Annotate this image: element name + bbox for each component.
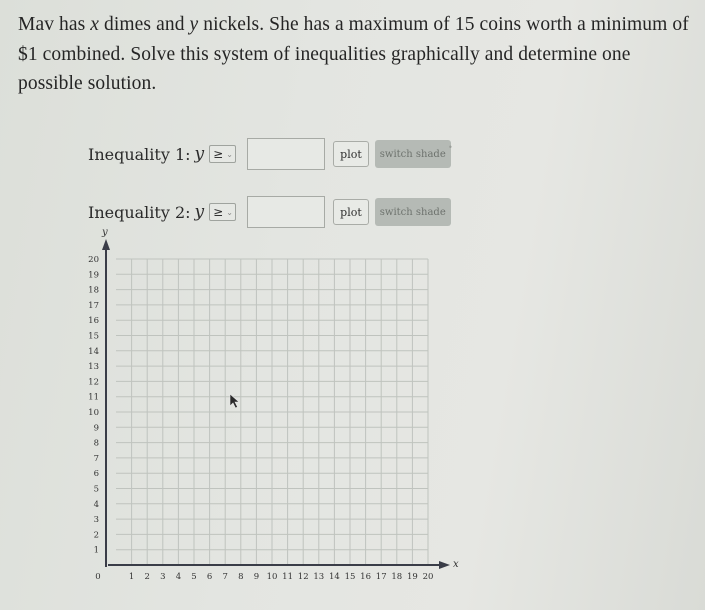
y-tick-label: 16 xyxy=(88,316,99,326)
x-tick-label: 14 xyxy=(329,572,340,582)
y-tick-label: 9 xyxy=(94,423,99,433)
x-tick-label: 12 xyxy=(298,572,309,582)
x-tick-label: 4 xyxy=(176,572,181,582)
y-tick-label: 20 xyxy=(88,255,99,265)
x-tick-label: 1 xyxy=(129,572,134,582)
x-tick-label: 8 xyxy=(238,572,243,582)
y-tick-label: 18 xyxy=(88,286,99,296)
x-tick-label: 11 xyxy=(282,572,293,582)
coordinate-graph[interactable]: 0 1 2 3 4 5 6 7 8 9 10 11 12 13 14 15 16 17 18 19 20 1234567… xyxy=(0,0,705,610)
x-tick-label: 0 xyxy=(95,572,100,582)
x-tick-label: 17 xyxy=(376,572,387,582)
x-axis-arrow-icon xyxy=(439,561,450,569)
grid-lines xyxy=(116,258,429,565)
x-tick-label: 7 xyxy=(222,572,227,582)
y-axis-label: y xyxy=(101,227,108,238)
mouse-pointer-icon xyxy=(229,393,240,409)
y-tick-label: 11 xyxy=(88,393,99,403)
x-tick-label: 16 xyxy=(360,572,371,582)
y-tick-labels: 1234567891011121314151617181920 xyxy=(88,255,99,556)
y-tick-label: 14 xyxy=(88,347,99,357)
x-tick-label: 20 xyxy=(423,572,434,582)
y-tick-label: 13 xyxy=(88,362,99,372)
y-tick-label: 5 xyxy=(94,485,99,495)
x-tick-label: 6 xyxy=(207,572,212,582)
y-tick-label: 4 xyxy=(94,500,99,510)
x-axis-label: x xyxy=(453,559,459,570)
y-tick-label: 15 xyxy=(88,332,99,342)
x-tick-label: 15 xyxy=(345,572,356,582)
x-tick-label: 2 xyxy=(144,572,149,582)
y-tick-label: 19 xyxy=(88,270,99,280)
y-tick-label: 7 xyxy=(94,454,99,464)
y-tick-label: 6 xyxy=(94,469,99,479)
y-tick-label: 1 xyxy=(94,546,99,556)
y-tick-label: 3 xyxy=(94,515,99,525)
y-tick-label: 2 xyxy=(94,530,99,540)
x-tick-label: 5 xyxy=(191,572,196,582)
y-tick-label: 8 xyxy=(94,439,99,449)
y-tick-label: 17 xyxy=(88,301,99,311)
y-tick-label: 10 xyxy=(88,408,99,418)
y-axis-arrow-icon xyxy=(102,239,110,250)
x-tick-label: 19 xyxy=(407,572,418,582)
x-tick-labels: 0 1 2 3 4 5 6 7 8 9 10 11 12 13 14 15 16 17 18 19 20 xyxy=(95,572,433,582)
x-tick-label: 9 xyxy=(254,572,259,582)
x-tick-label: 18 xyxy=(391,572,402,582)
x-tick-label: 13 xyxy=(313,572,324,582)
y-tick-label: 12 xyxy=(88,377,99,387)
x-tick-label: 3 xyxy=(160,572,165,582)
x-tick-label: 10 xyxy=(267,572,278,582)
